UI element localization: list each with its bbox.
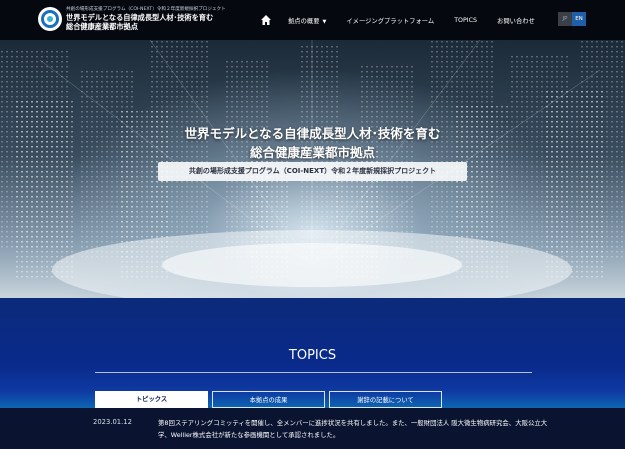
language-switcher: JP EN — [558, 12, 586, 26]
nav-item-imaging-platform[interactable]: イメージングプラットフォーム — [346, 16, 434, 25]
hero-title-line2: 総合健康産業都市拠点 — [249, 145, 375, 160]
logo-title-line2: 総合健康産業都市拠点 — [66, 22, 138, 31]
logo-title-line1: 世界モデルとなる自律成長型人材･技術を育む — [66, 13, 214, 22]
lang-jp-button[interactable]: JP — [558, 12, 572, 26]
site-header: 共創の場形成支援プログラム（COI-NEXT）令和２年度新規採択プロジェクト 世… — [0, 0, 625, 40]
logo-program-text: 共創の場形成支援プログラム（COI-NEXT）令和２年度新規採択プロジェクト — [66, 7, 226, 12]
tab-achievements[interactable]: 本拠点の成果 — [212, 391, 325, 408]
logo-text[interactable]: 共創の場形成支援プログラム（COI-NEXT）令和２年度新規採択プロジェクト 世… — [66, 6, 226, 31]
nav-item-overview-label: 拠点の概要 — [288, 17, 320, 25]
logo-dot — [47, 16, 53, 22]
home-icon[interactable] — [260, 14, 272, 26]
hero-banner: 世界モデルとなる自律成長型人材･技術を育む 総合健康産業都市拠点 共創の場形成支… — [0, 40, 625, 298]
nav-item-overview[interactable]: 拠点の概要 ▼ — [288, 16, 326, 25]
logo-icon[interactable] — [38, 7, 62, 31]
tab-acknowledgements[interactable]: 謝辞の記載について — [329, 391, 442, 408]
news-item-link[interactable]: 第8回ステアリングコミッティを開催し、全メンバーに進捗状況を共有しました。また、… — [158, 417, 550, 441]
news-date: 2023.01.12 — [93, 418, 132, 426]
tab-topics[interactable]: トピックス — [95, 391, 208, 408]
hero-program-badge: 共創の場形成支援プログラム（COI-NEXT）令和２年度新規採択プロジェクト — [158, 162, 467, 181]
lang-en-button[interactable]: EN — [572, 12, 586, 26]
topics-section: TOPICS トピックス 本拠点の成果 謝辞の記載について 2023.01.12… — [0, 298, 625, 449]
nav-item-contact[interactable]: お問い合わせ — [497, 16, 535, 25]
topics-divider — [95, 372, 532, 373]
chevron-down-icon: ▼ — [322, 18, 327, 25]
news-list: 2023.01.12 第8回ステアリングコミッティを開催し、全メンバーに進捗状況… — [0, 408, 625, 449]
main-nav: 拠点の概要 ▼ イメージングプラットフォーム TOPICS お問い合わせ — [260, 0, 555, 40]
nav-item-topics[interactable]: TOPICS — [454, 17, 477, 24]
hero-title-line1: 世界モデルとなる自律成長型人材･技術を育む — [184, 126, 441, 141]
topics-heading: TOPICS — [288, 348, 337, 363]
